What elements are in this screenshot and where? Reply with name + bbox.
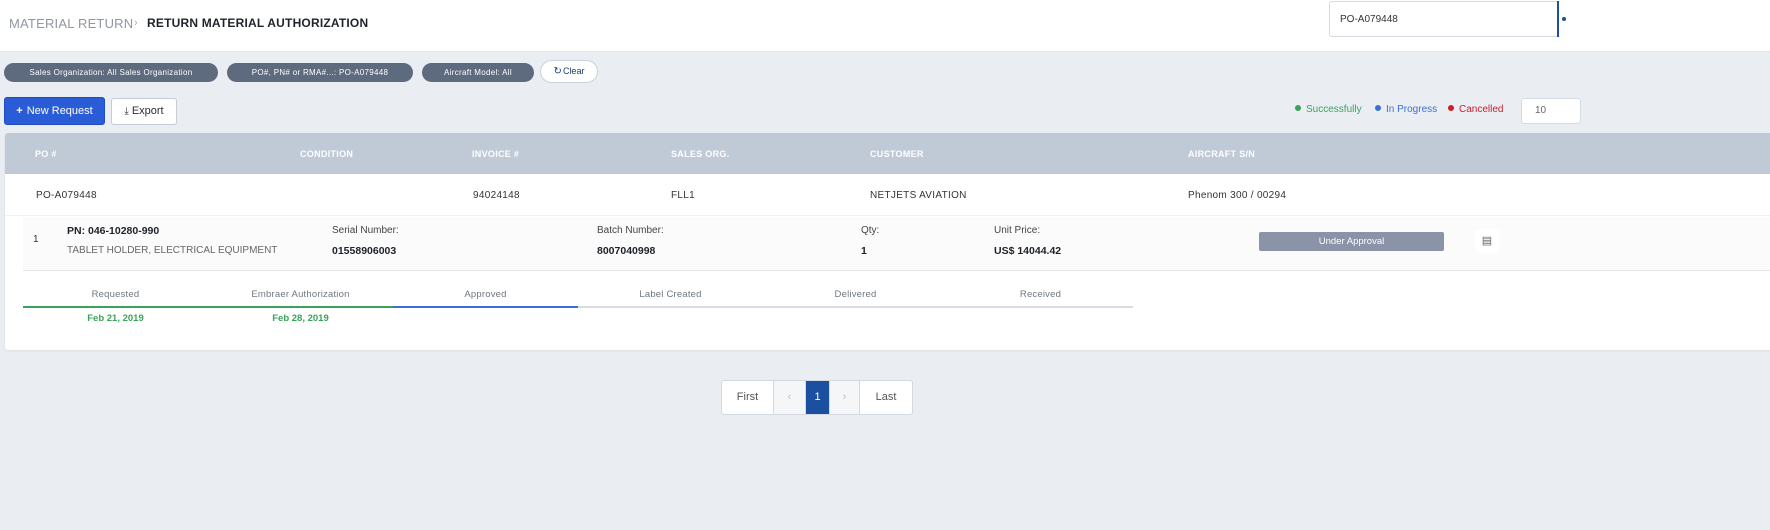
cell-po: PO-A079448 — [36, 190, 97, 201]
plus-icon: + — [16, 105, 23, 117]
filter-chip-sales-organization[interactable]: Sales Organization: All Sales Organizati… — [4, 63, 218, 82]
step-approved: Approved — [393, 283, 578, 333]
page-title: RETURN MATERIAL AUTHORIZATION — [147, 16, 369, 30]
clear-label: Clear — [562, 66, 585, 76]
clear-filters-button[interactable]: ↻Clear — [540, 60, 598, 83]
cell-sales-org: FLL1 — [671, 190, 695, 201]
item-part-number: PN: 046-10280-990 — [67, 225, 160, 237]
refresh-icon: ↻ — [553, 66, 562, 77]
step-label-created: Label Created — [578, 283, 763, 333]
last-page-button[interactable]: Last — [860, 381, 912, 414]
progress-tracker: Requested Feb 21, 2019 Embraer Authoriza… — [23, 283, 1136, 333]
document-icon[interactable]: ▤ — [1475, 229, 1499, 253]
step-date: Feb 28, 2019 — [272, 313, 329, 324]
unit-price-value: US$ 14044.42 — [994, 245, 1062, 257]
cell-customer: NETJETS AVIATION — [870, 190, 967, 201]
page-1-button[interactable]: 1 — [806, 381, 830, 414]
serial-number-label: Serial Number: — [332, 225, 399, 236]
item-detail-row: 1 PN: 046-10280-990 TABLET HOLDER, ELECT… — [23, 217, 1770, 271]
page-size-select[interactable]: 10 — [1521, 98, 1581, 124]
next-page-chevron-icon[interactable]: › — [830, 381, 860, 414]
legend-successfully: Successfully — [1295, 104, 1362, 115]
download-icon: ⤓ — [124, 106, 129, 117]
table-row[interactable]: PO-A079448 94024148 FLL1 NETJETS AVIATIO… — [5, 174, 1770, 216]
step-received: Received — [948, 283, 1133, 333]
step-label: Label Created — [639, 289, 702, 300]
column-header-sales-org[interactable]: SALES ORG. — [671, 149, 730, 159]
batch-number-value: 8007040998 — [597, 245, 656, 257]
step-bar — [948, 306, 1133, 308]
step-embraer-authorization: Embraer Authorization Feb 28, 2019 — [208, 283, 393, 333]
column-header-customer[interactable]: CUSTOMER — [870, 149, 924, 159]
pagination: First ‹ 1 › Last — [721, 380, 913, 415]
status-dot-icon — [1295, 105, 1301, 111]
column-header-condition[interactable]: CONDITION — [300, 149, 353, 159]
cell-invoice: 94024148 — [473, 190, 520, 201]
item-index: 1 — [33, 234, 39, 245]
search-icon — [1562, 17, 1566, 21]
new-request-label: New Request — [26, 105, 93, 117]
step-bar — [578, 306, 763, 308]
step-bar — [208, 306, 393, 308]
batch-number-label: Batch Number: — [597, 225, 664, 236]
table-header: PO # CONDITION INVOICE # SALES ORG. CUST… — [5, 133, 1770, 174]
export-label: Export — [131, 105, 164, 117]
qty-value: 1 — [861, 245, 867, 257]
rma-table: PO # CONDITION INVOICE # SALES ORG. CUST… — [5, 133, 1770, 350]
serial-number-value: 01558906003 — [332, 245, 397, 257]
unit-price-label: Unit Price: — [994, 225, 1041, 236]
step-bar — [763, 306, 948, 308]
step-date: Feb 21, 2019 — [87, 313, 144, 324]
step-bar — [393, 306, 578, 308]
search-input[interactable] — [1329, 1, 1561, 37]
step-label: Requested — [91, 289, 140, 300]
status-dot-icon — [1375, 105, 1381, 111]
column-header-po[interactable]: PO # — [35, 149, 57, 159]
status-dot-icon — [1448, 105, 1454, 111]
step-label: Delivered — [834, 289, 877, 300]
breadcrumb-parent[interactable]: MATERIAL RETURN — [9, 16, 133, 31]
step-requested: Requested Feb 21, 2019 — [23, 283, 208, 333]
filter-chip-po-pn-rma[interactable]: PO#, PN# or RMA#...: PO-A079448 — [227, 63, 413, 82]
step-label: Received — [1019, 289, 1062, 300]
item-description: TABLET HOLDER, ELECTRICAL EQUIPMENT — [67, 245, 278, 256]
legend-in-progress: In Progress — [1375, 104, 1437, 115]
status-badge: Under Approval — [1259, 232, 1444, 251]
new-request-button[interactable]: + New Request — [4, 97, 105, 125]
step-label: Embraer Authorization — [251, 289, 350, 300]
first-page-button[interactable]: First — [722, 381, 774, 414]
breadcrumb-separator-icon: › — [134, 17, 138, 29]
top-bar: MATERIAL RETURN › RETURN MATERIAL AUTHOR… — [0, 0, 1770, 52]
step-label: Approved — [464, 289, 507, 300]
column-header-aircraft-sn[interactable]: AIRCRAFT S/N — [1188, 149, 1255, 159]
step-bar — [23, 306, 208, 308]
prev-page-chevron-icon[interactable]: ‹ — [774, 381, 806, 414]
cell-aircraft-sn: Phenom 300 / 00294 — [1188, 190, 1287, 201]
qty-label: Qty: — [861, 225, 880, 236]
column-header-invoice[interactable]: INVOICE # — [472, 149, 519, 159]
search-button[interactable] — [1557, 1, 1571, 37]
filter-chip-aircraft-model[interactable]: Aircraft Model: All — [422, 63, 534, 82]
export-button[interactable]: ⤓ Export — [111, 98, 177, 125]
step-delivered: Delivered — [763, 283, 948, 333]
legend-cancelled: Cancelled — [1448, 104, 1503, 115]
